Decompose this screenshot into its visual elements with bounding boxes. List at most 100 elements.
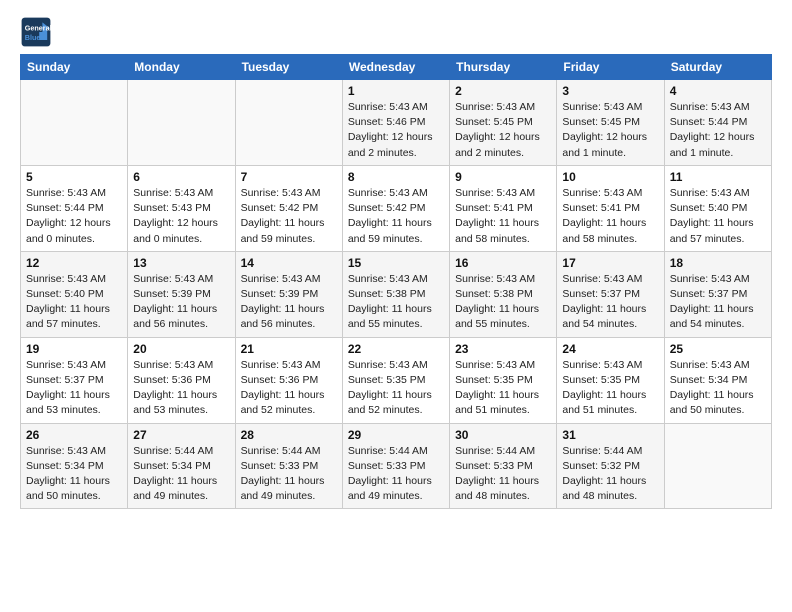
calendar-cell: 22 Sunrise: 5:43 AM Sunset: 5:35 PM Dayli… <box>342 337 449 423</box>
day-info: Sunrise: 5:43 AM Sunset: 5:40 PM Dayligh… <box>26 272 122 333</box>
day-info: Sunrise: 5:44 AM Sunset: 5:34 PM Dayligh… <box>133 444 229 505</box>
weekday-header-wednesday: Wednesday <box>342 55 449 80</box>
day-info: Sunrise: 5:43 AM Sunset: 5:34 PM Dayligh… <box>26 444 122 505</box>
day-info: Sunrise: 5:43 AM Sunset: 5:35 PM Dayligh… <box>348 358 444 419</box>
calendar-cell: 26Sunrise: 5:43 AM Sunset: 5:34 PM Dayli… <box>21 423 128 509</box>
weekday-header-thursday: Thursday <box>450 55 557 80</box>
day-info: Sunrise: 5:43 AM Sunset: 5:43 PM Dayligh… <box>133 186 229 247</box>
calendar-table: SundayMondayTuesdayWednesdayThursdayFrid… <box>20 54 772 509</box>
day-info: Sunrise: 5:43 AM Sunset: 5:45 PM Dayligh… <box>562 100 658 161</box>
day-info: Sunrise: 5:43 AM Sunset: 5:35 PM Dayligh… <box>562 358 658 419</box>
header: General Blue <box>20 16 772 48</box>
calendar-cell: 20Sunrise: 5:43 AM Sunset: 5:36 PM Dayli… <box>128 337 235 423</box>
day-info: Sunrise: 5:43 AM Sunset: 5:40 PM Dayligh… <box>670 186 766 247</box>
calendar-cell: 8 Sunrise: 5:43 AM Sunset: 5:42 PM Daylig… <box>342 165 449 251</box>
day-number: 31 <box>562 428 658 442</box>
day-number: 14 <box>241 256 337 270</box>
day-info: Sunrise: 5:43 AM Sunset: 5:37 PM Dayligh… <box>670 272 766 333</box>
calendar-cell: 19 Sunrise: 5:43 AM Sunset: 5:37 PM Dayli… <box>21 337 128 423</box>
day-info: Sunrise: 5:43 AM Sunset: 5:44 PM Dayligh… <box>670 100 766 161</box>
day-info: Sunrise: 5:43 AM Sunset: 5:38 PM Dayligh… <box>348 272 444 333</box>
day-info: Sunrise: 5:44 AM Sunset: 5:33 PM Dayligh… <box>455 444 551 505</box>
day-info: Sunrise: 5:43 AM Sunset: 5:41 PM Dayligh… <box>562 186 658 247</box>
day-info: Sunrise: 5:43 AM Sunset: 5:42 PM Dayligh… <box>241 186 337 247</box>
day-number: 5 <box>26 170 122 184</box>
day-number: 13 <box>133 256 229 270</box>
calendar-cell: 15Sunrise: 5:43 AM Sunset: 5:38 PM Dayli… <box>342 251 449 337</box>
calendar-cell: 2 Sunrise: 5:43 AM Sunset: 5:45 PM Daylig… <box>450 80 557 166</box>
day-info: Sunrise: 5:43 AM Sunset: 5:37 PM Dayligh… <box>26 358 122 419</box>
calendar-cell: 29 Sunrise: 5:44 AM Sunset: 5:33 PM Dayli… <box>342 423 449 509</box>
day-number: 8 <box>348 170 444 184</box>
calendar-cell: 13 Sunrise: 5:43 AM Sunset: 5:39 PM Dayli… <box>128 251 235 337</box>
day-number: 12 <box>26 256 122 270</box>
calendar-cell: 6 Sunrise: 5:43 AM Sunset: 5:43 PM Daylig… <box>128 165 235 251</box>
calendar-cell: 21Sunrise: 5:43 AM Sunset: 5:36 PM Dayli… <box>235 337 342 423</box>
calendar-cell: 16 Sunrise: 5:43 AM Sunset: 5:38 PM Dayli… <box>450 251 557 337</box>
day-info: Sunrise: 5:44 AM Sunset: 5:33 PM Dayligh… <box>241 444 337 505</box>
page-container: General Blue SundayMondayTuesdayWednesda… <box>0 0 792 519</box>
day-info: Sunrise: 5:43 AM Sunset: 5:38 PM Dayligh… <box>455 272 551 333</box>
day-number: 18 <box>670 256 766 270</box>
day-number: 19 <box>26 342 122 356</box>
day-info: Sunrise: 5:43 AM Sunset: 5:44 PM Dayligh… <box>26 186 122 247</box>
day-number: 16 <box>455 256 551 270</box>
day-number: 24 <box>562 342 658 356</box>
day-info: Sunrise: 5:44 AM Sunset: 5:33 PM Dayligh… <box>348 444 444 505</box>
calendar-cell: 18 Sunrise: 5:43 AM Sunset: 5:37 PM Dayli… <box>664 251 771 337</box>
calendar-cell <box>235 80 342 166</box>
calendar-cell: 9 Sunrise: 5:43 AM Sunset: 5:41 PM Daylig… <box>450 165 557 251</box>
calendar-cell: 5 Sunrise: 5:43 AM Sunset: 5:44 PM Daylig… <box>21 165 128 251</box>
calendar-cell: 27 Sunrise: 5:44 AM Sunset: 5:34 PM Dayli… <box>128 423 235 509</box>
day-number: 11 <box>670 170 766 184</box>
calendar-cell: 11 Sunrise: 5:43 AM Sunset: 5:40 PM Dayli… <box>664 165 771 251</box>
svg-text:Blue: Blue <box>25 33 41 42</box>
day-info: Sunrise: 5:43 AM Sunset: 5:41 PM Dayligh… <box>455 186 551 247</box>
calendar-cell <box>21 80 128 166</box>
calendar-cell: 28 Sunrise: 5:44 AM Sunset: 5:33 PM Dayli… <box>235 423 342 509</box>
day-number: 4 <box>670 84 766 98</box>
calendar-cell: 17 Sunrise: 5:43 AM Sunset: 5:37 PM Dayli… <box>557 251 664 337</box>
calendar-cell: 23 Sunrise: 5:43 AM Sunset: 5:35 PM Dayli… <box>450 337 557 423</box>
day-number: 27 <box>133 428 229 442</box>
day-info: Sunrise: 5:43 AM Sunset: 5:46 PM Dayligh… <box>348 100 444 161</box>
calendar-week-row: 1 Sunrise: 5:43 AM Sunset: 5:46 PM Daylig… <box>21 80 772 166</box>
svg-text:General: General <box>25 23 52 32</box>
logo: General Blue <box>20 16 58 48</box>
day-number: 2 <box>455 84 551 98</box>
day-number: 29 <box>348 428 444 442</box>
day-number: 23 <box>455 342 551 356</box>
calendar-cell: 12 Sunrise: 5:43 AM Sunset: 5:40 PM Dayli… <box>21 251 128 337</box>
calendar-cell <box>128 80 235 166</box>
day-info: Sunrise: 5:43 AM Sunset: 5:42 PM Dayligh… <box>348 186 444 247</box>
day-info: Sunrise: 5:44 AM Sunset: 5:32 PM Dayligh… <box>562 444 658 505</box>
day-number: 21 <box>241 342 337 356</box>
day-number: 30 <box>455 428 551 442</box>
calendar-cell: 31 Sunrise: 5:44 AM Sunset: 5:32 PM Dayli… <box>557 423 664 509</box>
logo-icon: General Blue <box>20 16 52 48</box>
day-info: Sunrise: 5:43 AM Sunset: 5:34 PM Dayligh… <box>670 358 766 419</box>
weekday-header-friday: Friday <box>557 55 664 80</box>
day-number: 1 <box>348 84 444 98</box>
day-number: 10 <box>562 170 658 184</box>
calendar-cell: 7Sunrise: 5:43 AM Sunset: 5:42 PM Daylig… <box>235 165 342 251</box>
calendar-cell <box>664 423 771 509</box>
calendar-cell: 4 Sunrise: 5:43 AM Sunset: 5:44 PM Daylig… <box>664 80 771 166</box>
day-info: Sunrise: 5:43 AM Sunset: 5:36 PM Dayligh… <box>133 358 229 419</box>
calendar-cell: 1 Sunrise: 5:43 AM Sunset: 5:46 PM Daylig… <box>342 80 449 166</box>
calendar-week-row: 12 Sunrise: 5:43 AM Sunset: 5:40 PM Dayli… <box>21 251 772 337</box>
day-number: 9 <box>455 170 551 184</box>
weekday-header-saturday: Saturday <box>664 55 771 80</box>
day-number: 6 <box>133 170 229 184</box>
day-info: Sunrise: 5:43 AM Sunset: 5:35 PM Dayligh… <box>455 358 551 419</box>
day-number: 28 <box>241 428 337 442</box>
day-number: 17 <box>562 256 658 270</box>
day-info: Sunrise: 5:43 AM Sunset: 5:39 PM Dayligh… <box>241 272 337 333</box>
weekday-header-row: SundayMondayTuesdayWednesdayThursdayFrid… <box>21 55 772 80</box>
day-info: Sunrise: 5:43 AM Sunset: 5:39 PM Dayligh… <box>133 272 229 333</box>
weekday-header-sunday: Sunday <box>21 55 128 80</box>
day-info: Sunrise: 5:43 AM Sunset: 5:45 PM Dayligh… <box>455 100 551 161</box>
day-number: 22 <box>348 342 444 356</box>
day-info: Sunrise: 5:43 AM Sunset: 5:37 PM Dayligh… <box>562 272 658 333</box>
calendar-week-row: 5 Sunrise: 5:43 AM Sunset: 5:44 PM Daylig… <box>21 165 772 251</box>
